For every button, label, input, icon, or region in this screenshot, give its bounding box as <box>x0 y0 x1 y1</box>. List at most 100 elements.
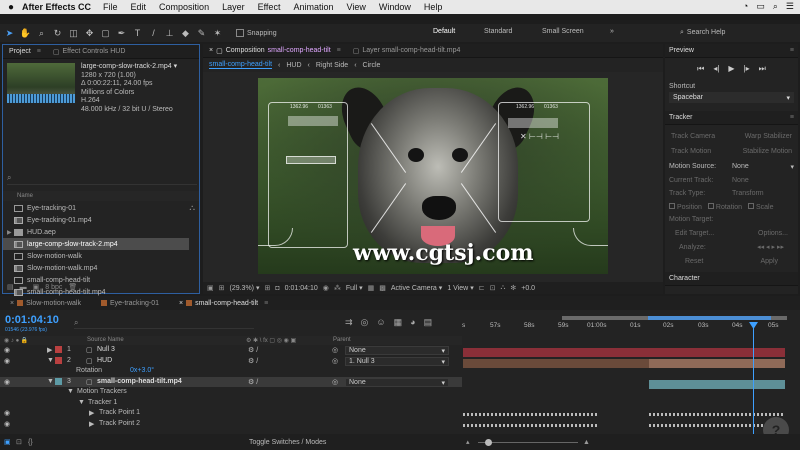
layer-row[interactable]: ◉ ▼ 2 ▢ HUD ⚙ / ◎ 1. Null 3 ▾ <box>0 356 462 367</box>
edit-target-button[interactable]: Edit Target... <box>675 230 714 237</box>
twirl-arrow-icon[interactable]: ▶ <box>47 346 52 354</box>
menu-edit[interactable]: Edit <box>131 2 147 12</box>
prev-frame-icon[interactable]: ◂| <box>713 64 719 74</box>
layer-row[interactable]: Rotation 0x+3.0° <box>0 366 462 377</box>
analyze-controls[interactable]: ◂◂ ◂ ▸ ▸▸ <box>757 243 784 251</box>
search-help-input[interactable]: Search Help <box>687 29 726 36</box>
layer-bar-hud-active[interactable] <box>649 359 785 368</box>
search-help[interactable]: ⌕ Search Help <box>680 26 798 39</box>
transparency-grid-icon[interactable]: ▩ <box>379 284 386 292</box>
timeline-zoom-slider[interactable] <box>478 442 578 443</box>
project-item[interactable]: Slow-motion-walk.mp4 <box>3 262 199 274</box>
snapshot-icon[interactable]: ⊞ <box>219 284 225 292</box>
playhead-line[interactable] <box>753 325 754 445</box>
layer-switches[interactable]: ⚙ / <box>248 378 258 386</box>
label-color[interactable] <box>55 356 62 366</box>
visibility-eye-icon[interactable]: ◉ <box>4 346 10 354</box>
breadcrumb-item-comp[interactable]: small-comp-head-tilt <box>209 61 273 69</box>
pick-whip-icon[interactable]: ◎ <box>332 357 338 365</box>
menu-composition[interactable]: Composition <box>159 2 209 12</box>
first-frame-icon[interactable]: ⏮ <box>697 64 704 74</box>
expand-pane-icon[interactable]: ⊡ <box>16 438 22 446</box>
project-item[interactable]: Eye-tracking-01.mp4 <box>3 214 199 226</box>
app-name-menu[interactable]: After Effects CC <box>22 2 91 12</box>
keyframes-track-point-1[interactable] <box>649 413 785 416</box>
twirl-arrow-icon[interactable]: ▶ <box>89 420 94 428</box>
always-preview-icon[interactable]: ▣ <box>207 284 214 292</box>
region-of-interest-icon[interactable]: ▦ <box>368 284 375 292</box>
new-comp-icon[interactable]: ▣ <box>33 283 40 291</box>
current-track-select[interactable]: None <box>732 177 794 184</box>
breadcrumb-item-circle[interactable]: Circle <box>363 62 381 69</box>
composition-frame[interactable]: 1362.96 01363 1362.96 01363 ✕ ⊢⊣ ⊢⊣ www.… <box>258 78 608 274</box>
new-folder-icon[interactable]: ▬ <box>20 284 27 291</box>
layer-row[interactable]: ▼ Tracker 1 <box>0 398 462 409</box>
preview-title[interactable]: Preview <box>669 47 694 54</box>
scale-checkbox[interactable] <box>747 202 754 209</box>
apply-button[interactable]: Apply <box>760 258 778 265</box>
property-name[interactable]: Motion Trackers <box>77 388 127 395</box>
wifi-icon[interactable]: ◔ <box>743 1 748 12</box>
expand-arrow-icon[interactable]: ▶ <box>7 229 14 236</box>
motion-source-select[interactable]: None ▾ <box>732 163 794 171</box>
tab-composition[interactable]: × ▢ Composition small-comp-head-tilt ≡ <box>203 47 347 55</box>
clone-stamp-tool-icon[interactable]: ⊥ <box>163 27 176 40</box>
label-color-swatch[interactable] <box>55 346 62 353</box>
menu-layer[interactable]: Layer <box>222 2 245 12</box>
zoom-in-icon[interactable]: ▲ <box>583 439 590 446</box>
trash-icon[interactable]: 🗑 <box>68 283 77 291</box>
visibility-eye-icon[interactable]: ◉ <box>4 409 10 417</box>
camera-icon[interactable]: ◘ <box>275 285 279 292</box>
timeline-search-input[interactable]: ⌕ <box>74 318 254 329</box>
position-option[interactable]: Position <box>669 202 702 211</box>
track-motion-button[interactable]: Track Motion <box>671 148 711 155</box>
project-item[interactable]: Slow-motion-walk <box>3 250 199 262</box>
property-name[interactable]: Tracker 1 <box>88 399 117 406</box>
project-item[interactable]: Eye-tracking-01 <box>3 202 199 214</box>
timeline-zoom-knob[interactable] <box>485 439 492 446</box>
roto-brush-tool-icon[interactable]: ✎ <box>195 27 208 40</box>
interpret-footage-icon[interactable]: ▤ <box>7 283 14 291</box>
position-checkbox[interactable] <box>669 202 675 209</box>
zoom-dropdown[interactable]: (29.3%) ▾ <box>230 284 260 293</box>
track-type-select[interactable]: Transform <box>732 190 794 197</box>
rectangle-tool-icon[interactable]: ▢ <box>99 27 112 40</box>
shortcut-select[interactable]: Spacebar ▾ <box>669 92 794 103</box>
visibility-eye-icon[interactable]: ◉ <box>4 378 10 386</box>
menu-view[interactable]: View <box>346 2 365 12</box>
tab-eye-tracking[interactable]: Eye-tracking-01 <box>91 300 169 307</box>
project-search-input[interactable]: ⌕ <box>7 173 197 185</box>
next-frame-icon[interactable]: |▸ <box>744 64 750 74</box>
layer-row[interactable]: ◉ ▶ Track Point 1 <box>0 408 462 419</box>
layer-bar-null-3[interactable] <box>463 348 785 357</box>
zoom-tool-icon[interactable]: ⌕ <box>35 27 48 40</box>
layer-row[interactable]: ▼ Motion Trackers <box>0 387 462 398</box>
tab-effect-controls[interactable]: ▢ Effect Controls HUD <box>47 48 132 56</box>
menu-file[interactable]: File <box>103 2 118 12</box>
tab-small-comp-head-tilt[interactable]: × small-comp-head-tilt ≡ <box>169 300 278 307</box>
workspace-standard[interactable]: Standard <box>484 28 512 35</box>
render-time-icon[interactable]: ▣ <box>4 438 11 446</box>
property-name[interactable]: Track Point 2 <box>99 420 140 427</box>
twirl-arrow-icon[interactable]: ▼ <box>78 399 85 406</box>
menu-animation[interactable]: Animation <box>293 2 333 12</box>
warp-stabilizer-button[interactable]: Warp Stabilizer <box>745 133 792 140</box>
property-value[interactable]: 0x+3.0° <box>130 367 154 374</box>
zoom-out-icon[interactable]: ▴ <box>466 438 470 446</box>
workspace-overflow-icon[interactable]: » <box>610 28 614 35</box>
battery-icon[interactable]: ▭ <box>756 1 765 12</box>
panel-menu-icon[interactable]: ≡ <box>264 300 268 307</box>
tracker-title[interactable]: Tracker <box>669 114 692 121</box>
timeline-link-icon[interactable]: ⊡ <box>490 284 496 292</box>
apple-menu-icon[interactable]: ● <box>0 2 22 13</box>
menu-effect[interactable]: Effect <box>258 2 281 12</box>
project-item[interactable]: ▶ HUD.aep <box>3 226 199 238</box>
property-name[interactable]: Rotation <box>76 367 102 374</box>
workspace-default[interactable]: Default <box>433 28 455 35</box>
snapshot-camera-icon[interactable]: ◉ <box>323 284 329 292</box>
camera-dropdown[interactable]: Active Camera ▾ <box>391 284 442 293</box>
resolution-dropdown[interactable]: Full ▾ <box>346 284 363 293</box>
layer-switches[interactable]: ⚙ / <box>248 346 258 354</box>
tab-project[interactable]: Project ≡ <box>3 48 47 55</box>
layer-bar-hud[interactable] <box>463 359 649 368</box>
